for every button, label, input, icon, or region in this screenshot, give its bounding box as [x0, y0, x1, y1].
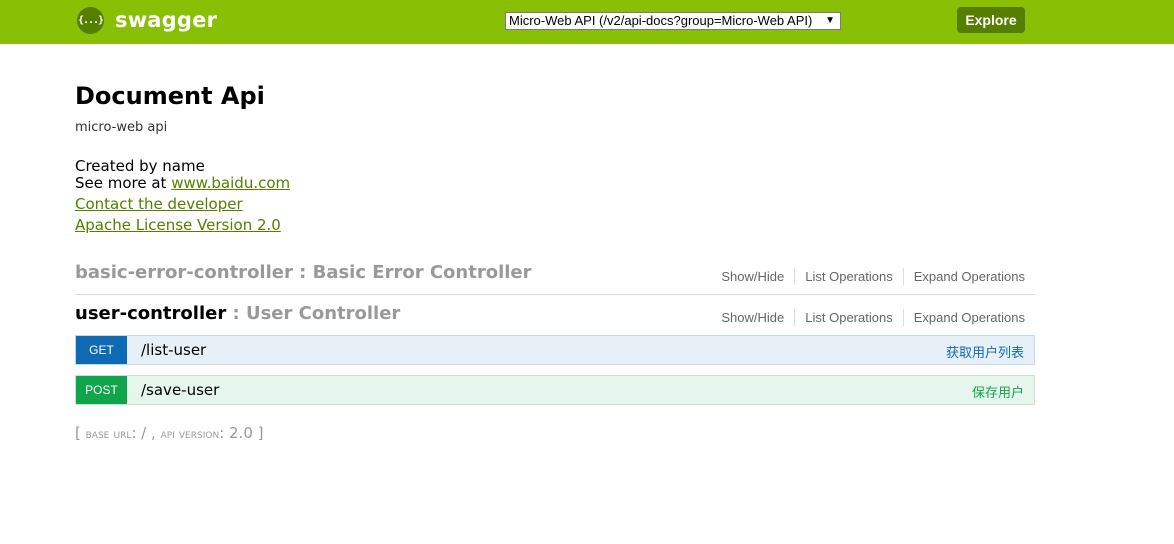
base-url-label: base url: [85, 427, 132, 442]
explore-button[interactable]: Explore: [957, 7, 1025, 33]
operation-path[interactable]: /save-user: [141, 381, 219, 399]
contact-line: Contact the developer: [75, 195, 243, 213]
show-hide-link[interactable]: Show/Hide: [711, 309, 796, 326]
list-operations-link[interactable]: List Operations: [795, 309, 904, 326]
see-more-line: See more at www.baidu.com: [75, 175, 290, 192]
license-link[interactable]: Apache License Version 2.0: [75, 216, 281, 234]
resource-name[interactable]: user-controller: [75, 303, 226, 324]
list-operations-link[interactable]: List Operations: [795, 268, 904, 285]
resource-divider: [75, 294, 1035, 295]
http-method-badge[interactable]: POST: [76, 376, 127, 404]
operation-get-list-user[interactable]: GET /list-user 获取用户列表: [75, 335, 1035, 365]
see-more-prefix: See more at: [75, 174, 172, 192]
operation-summary[interactable]: 获取用户列表: [946, 342, 1024, 361]
resource-basic-error-controller: basic-error-controller : Basic Error Con…: [75, 262, 1035, 290]
api-version-label: api version: [160, 427, 220, 442]
resource-user-controller: user-controller : User Controller Show/H…: [75, 303, 1035, 331]
swagger-logo[interactable]: {...} swagger: [77, 7, 217, 34]
api-version-value: : 2.0 ]: [219, 424, 264, 442]
license-line: Apache License Version 2.0: [75, 216, 281, 234]
api-description: micro-web api: [75, 120, 168, 135]
logo-text: swagger: [115, 8, 218, 32]
contact-developer-link[interactable]: Contact the developer: [75, 195, 243, 213]
http-method-badge[interactable]: GET: [76, 336, 127, 364]
dropdown-arrow-icon: ▼: [825, 15, 835, 26]
see-more-link[interactable]: www.baidu.com: [171, 174, 290, 192]
resource-description: : Basic Error Controller: [299, 262, 532, 283]
resource-ops: Show/Hide List Operations Expand Operati…: [711, 309, 1025, 326]
api-footer: [ base url: / , api version: 2.0 ]: [75, 424, 263, 442]
resource-name[interactable]: basic-error-controller: [75, 262, 293, 283]
operation-path[interactable]: /list-user: [141, 341, 206, 359]
api-spec-select[interactable]: Micro-Web API (/v2/api-docs?group=Micro-…: [505, 12, 841, 30]
operation-summary[interactable]: 保存用户: [972, 382, 1024, 401]
base-url-value: : / ,: [131, 424, 161, 442]
created-by-text: Created by name: [75, 157, 205, 175]
resource-description: : User Controller: [232, 303, 401, 324]
footer-open-bracket: [: [75, 424, 86, 442]
api-spec-select-value: Micro-Web API (/v2/api-docs?group=Micro-…: [509, 13, 813, 28]
swagger-logo-icon: {...}: [77, 7, 104, 34]
show-hide-link[interactable]: Show/Hide: [711, 268, 796, 285]
operation-post-save-user[interactable]: POST /save-user 保存用户: [75, 375, 1035, 405]
top-bar: {...} swagger Micro-Web API (/v2/api-doc…: [0, 0, 1174, 44]
expand-operations-link[interactable]: Expand Operations: [904, 268, 1025, 285]
page-title: Document Api: [75, 82, 265, 110]
resource-ops: Show/Hide List Operations Expand Operati…: [711, 268, 1025, 285]
expand-operations-link[interactable]: Expand Operations: [904, 309, 1025, 326]
